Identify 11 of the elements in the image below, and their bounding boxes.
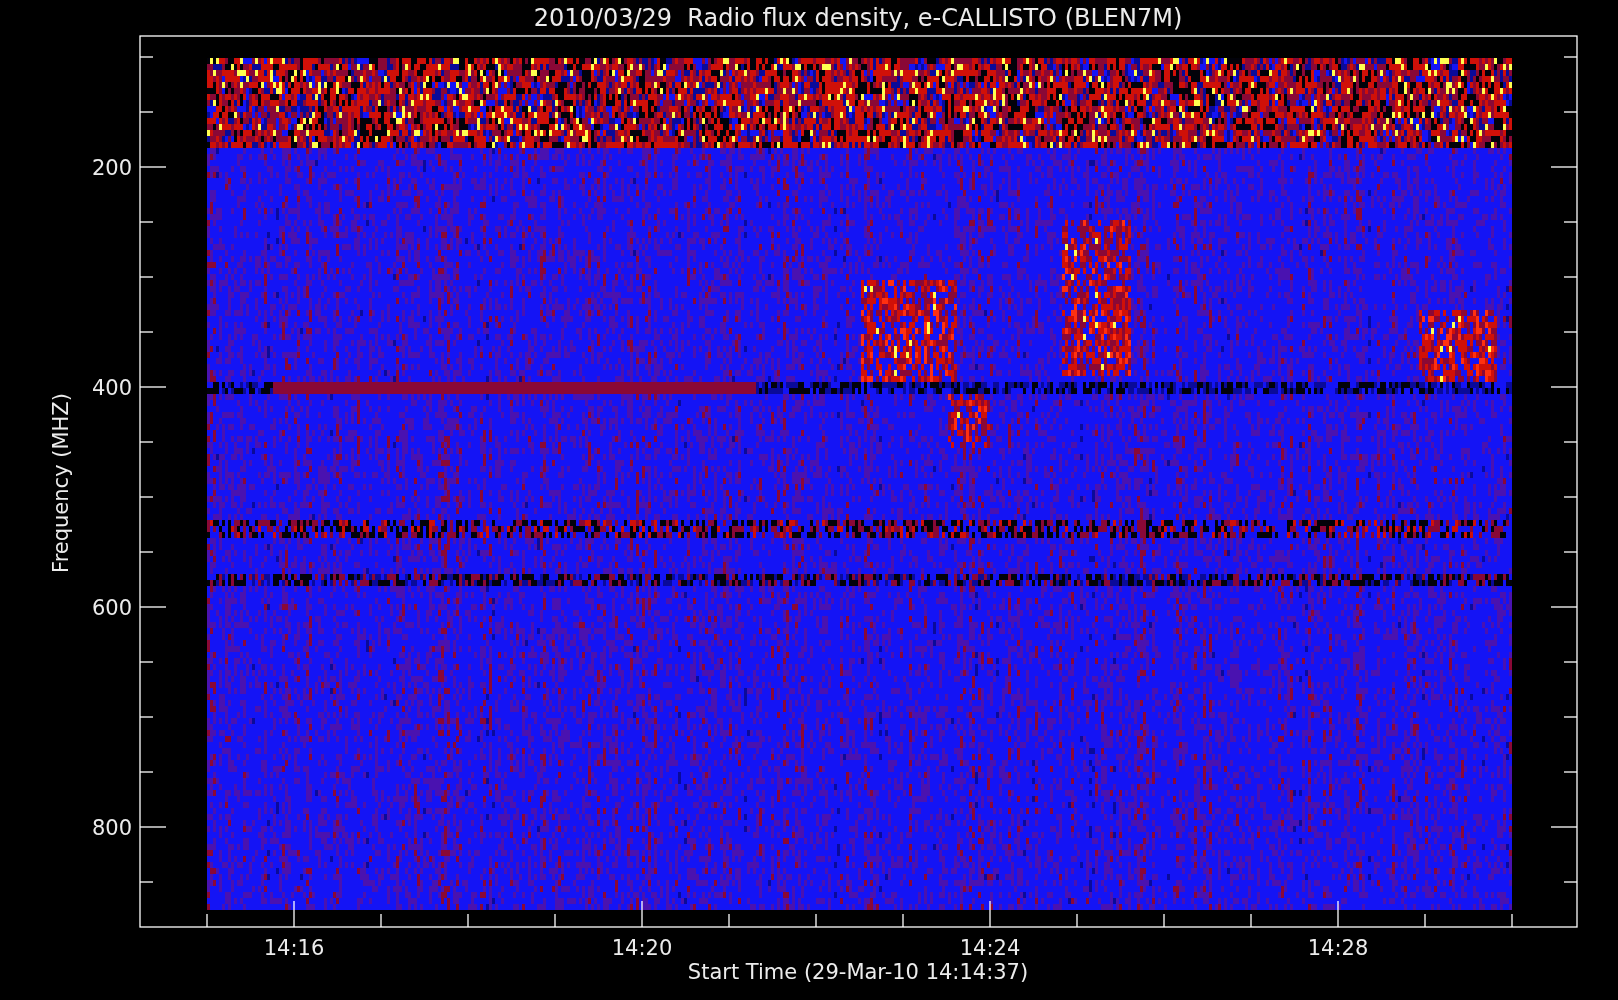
tick-label: 400 (91, 376, 132, 400)
axis-title: Frequency (MHZ) (49, 393, 73, 573)
tick-label: 600 (91, 596, 132, 620)
tick-label: 14:28 (1307, 936, 1369, 960)
chart-title: 2010/03/29 Radio flux density, e-CALLISTO (BLEN7M) (533, 4, 1183, 32)
tick-label: 14:16 (263, 936, 325, 960)
axis-title: Start Time (29-Mar-10 14:14:37) (687, 960, 1029, 984)
tick-label: 800 (91, 816, 132, 840)
tick-label: 14:20 (611, 936, 673, 960)
tick-label: 14:24 (959, 936, 1021, 960)
tick-label: 200 (91, 156, 132, 180)
